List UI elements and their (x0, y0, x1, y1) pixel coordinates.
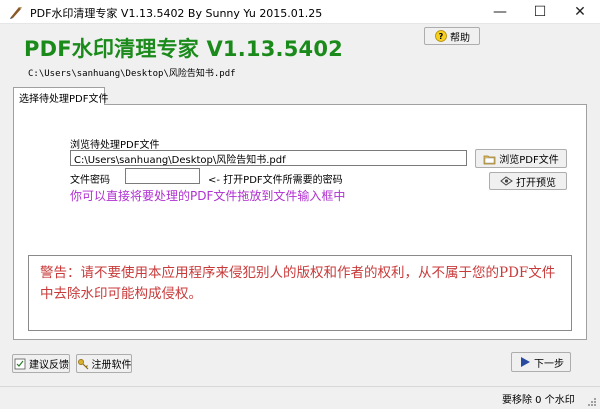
password-hint: <- 打开PDF文件所需要的密码 (208, 175, 343, 186)
warning-text: 警告：请不要使用本应用程序来侵犯别人的版权和作者的权利，从不属于您的PDF文件中… (40, 265, 556, 302)
register-button[interactable]: 注册软件 (76, 354, 132, 373)
feedback-icon (13, 357, 26, 370)
tab-select-pdf[interactable]: 选择待处理PDF文件 (13, 87, 108, 105)
window-title: PDF水印清理专家 V1.13.5402 By Sunny Yu 2015.01… (30, 7, 323, 20)
next-button-label: 下一步 (534, 358, 564, 370)
play-arrow-icon (518, 356, 531, 369)
help-button-label: 帮助 (450, 32, 470, 44)
app-heading: PDF水印清理专家 V1.13.5402 (24, 37, 343, 61)
minimize-button[interactable]: — (480, 0, 520, 24)
watermark-count-status: 要移除 0 个水印 (502, 395, 575, 406)
help-button[interactable]: ? 帮助 (424, 27, 480, 45)
close-icon: ✕ (574, 4, 586, 20)
preview-button-label: 打开预览 (516, 177, 556, 189)
password-field[interactable] (125, 168, 200, 184)
feedback-button-label: 建议反馈 (29, 360, 69, 371)
browse-pdf-button[interactable]: 浏览PDF文件 (475, 149, 567, 168)
next-step-button[interactable]: 下一步 (511, 352, 571, 372)
resize-grip-icon[interactable] (586, 396, 597, 407)
password-label: 文件密码 (70, 175, 110, 186)
key-icon (77, 357, 89, 370)
feedback-button[interactable]: 建议反馈 (12, 354, 70, 373)
maximize-icon: ☐ (533, 4, 547, 20)
minimize-icon: — (493, 4, 507, 20)
svg-text:?: ? (438, 32, 443, 41)
close-button[interactable]: ✕ (560, 0, 600, 24)
register-button-label: 注册软件 (91, 360, 132, 371)
drag-drop-hint: 你可以直接将要处理的PDF文件拖放到文件输入框中 (70, 189, 346, 203)
pen-nib-icon (10, 7, 22, 19)
browse-button-label: 浏览PDF文件 (499, 155, 559, 166)
question-icon: ? (434, 30, 447, 43)
browse-label: 浏览待处理PDF文件 (70, 140, 160, 151)
open-preview-button[interactable]: 打开预览 (489, 172, 567, 190)
file-path-input[interactable] (70, 150, 467, 166)
maximize-button[interactable]: ☐ (520, 0, 560, 24)
folder-icon (483, 152, 496, 165)
eyeglasses-icon (500, 175, 513, 188)
current-file-path: C:\Users\sanhuang\Desktop\风险告知书.pdf (28, 69, 236, 79)
